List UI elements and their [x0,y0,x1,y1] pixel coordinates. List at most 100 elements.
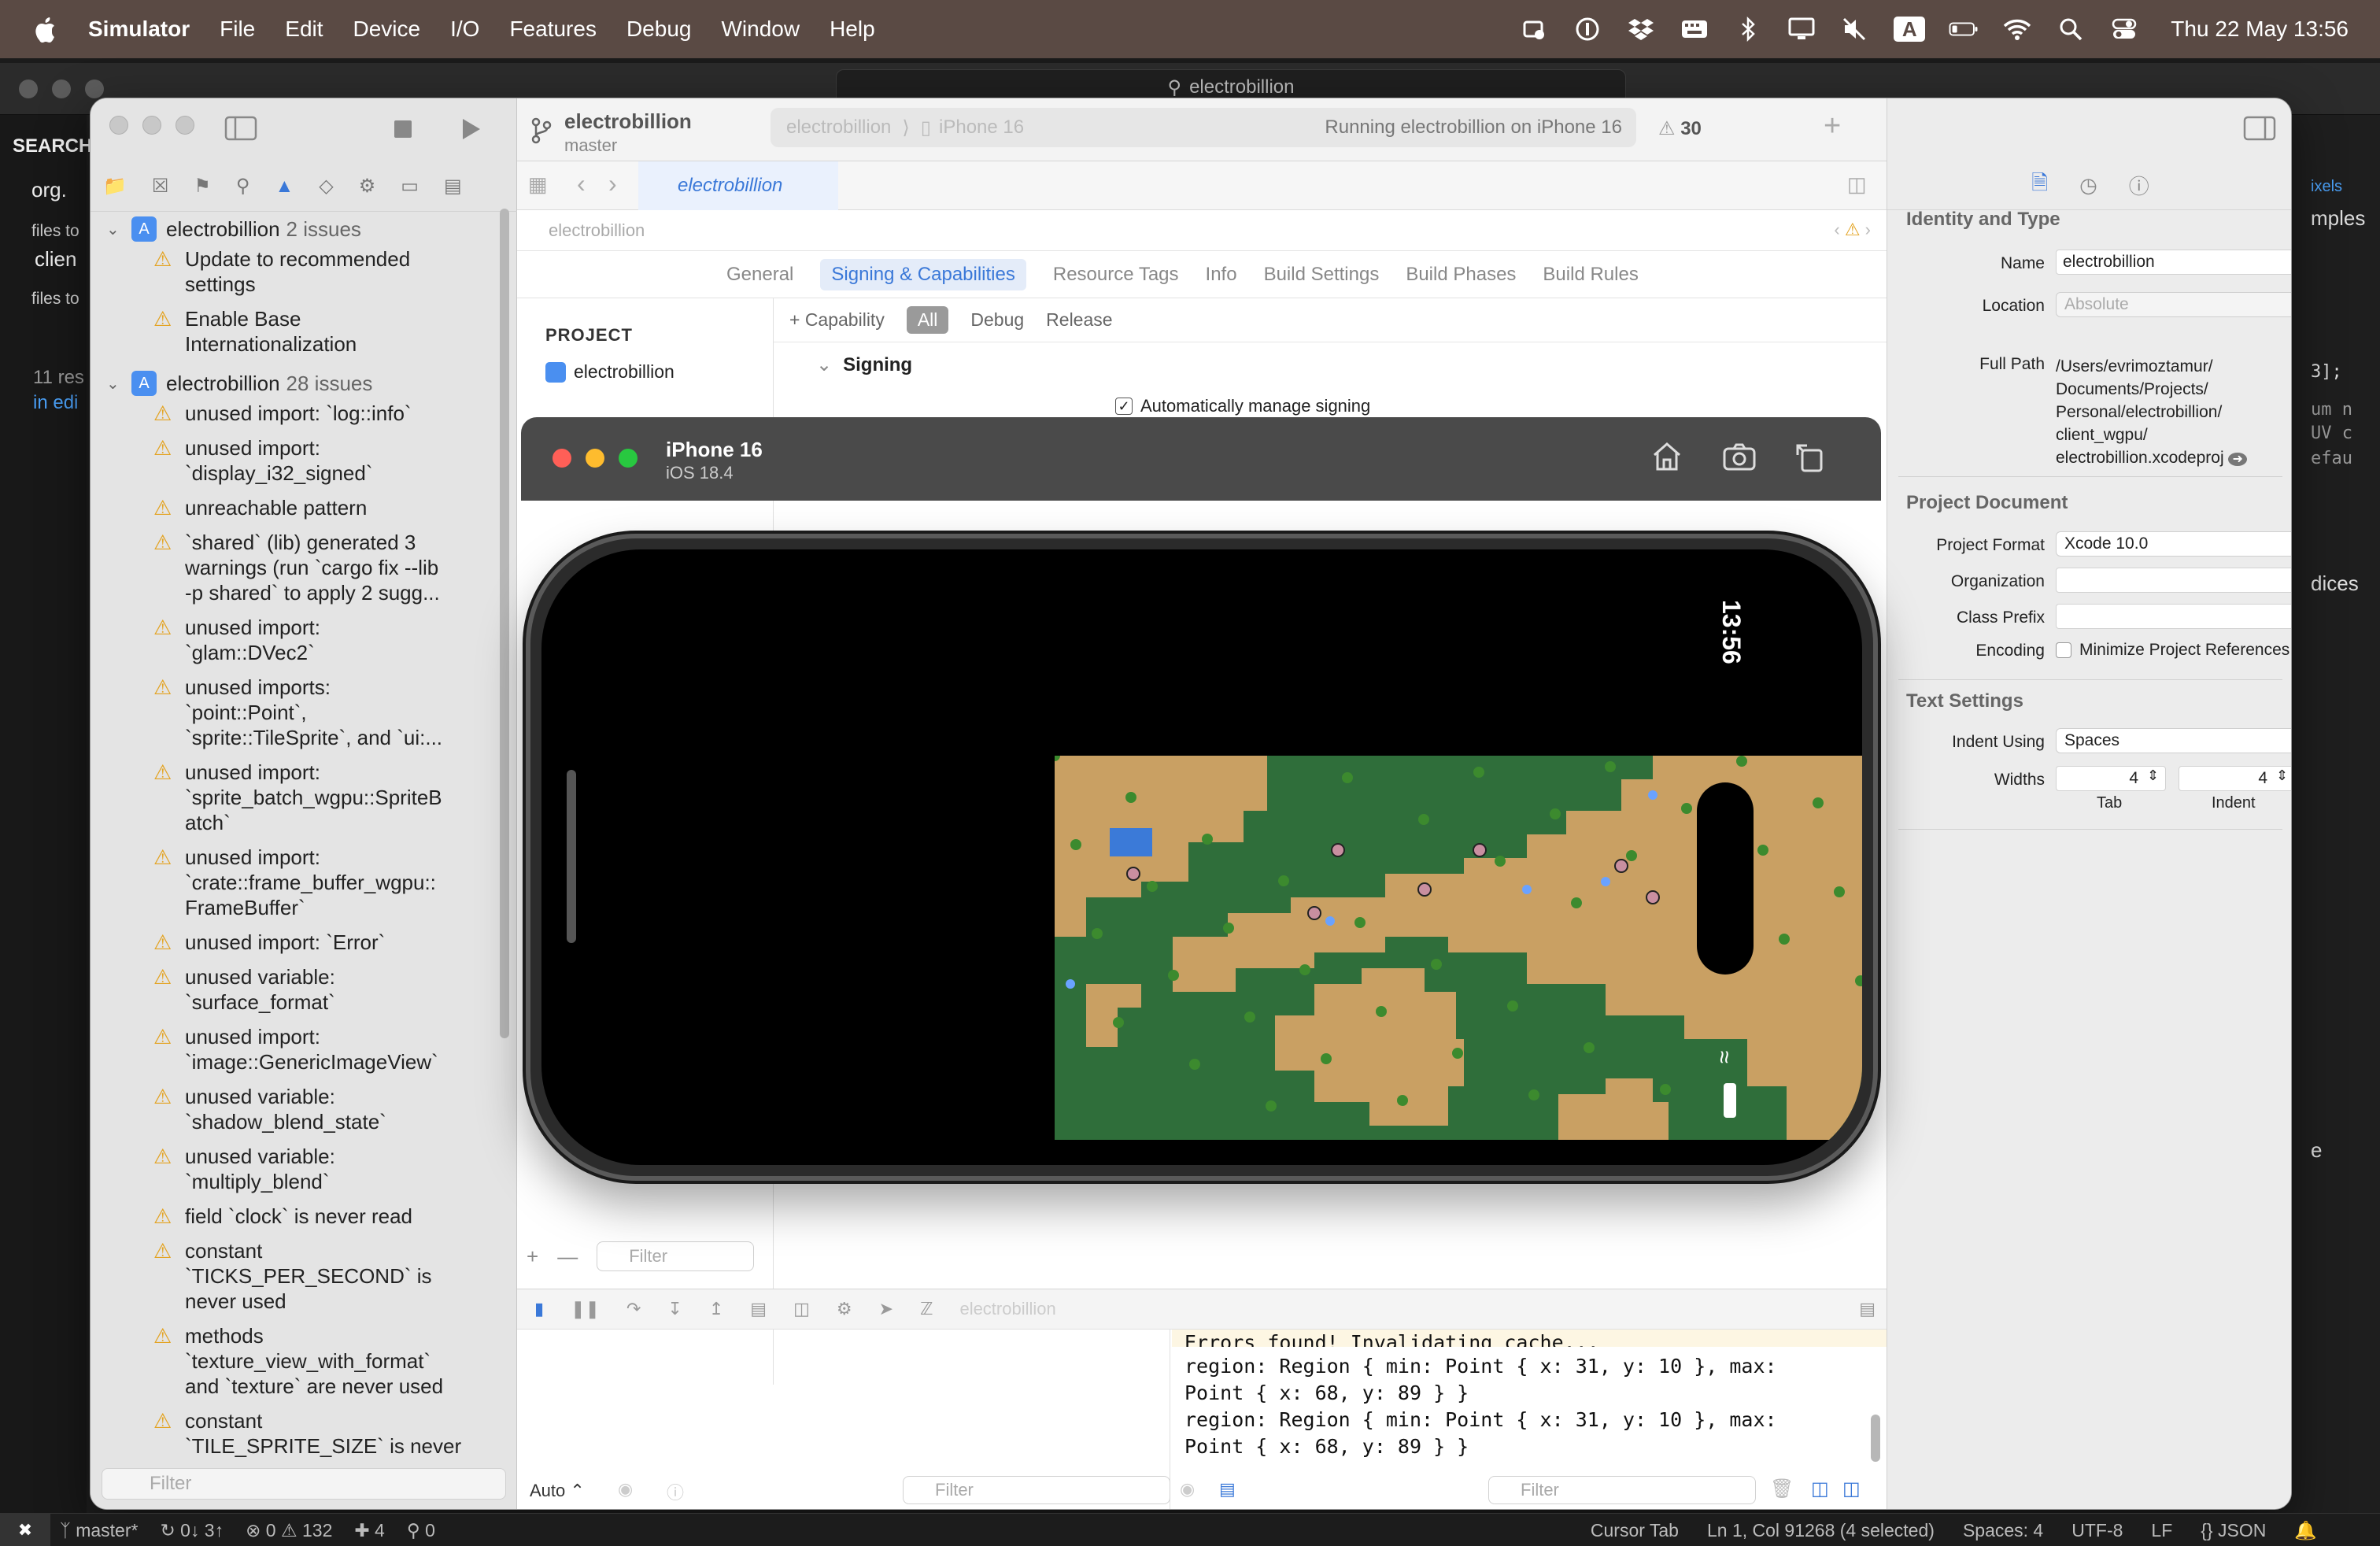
tab-signing-capabilities[interactable]: Signing & Capabilities [820,258,1026,290]
branch-status[interactable]: ᛉ master* [60,1520,138,1541]
menu-device[interactable]: Device [353,17,421,42]
reveal-arrow-icon[interactable]: ➜ [2228,453,2247,466]
extension-icon[interactable] [1519,17,1549,41]
files-to-include-input[interactable]: clien [35,247,76,272]
zoom-button[interactable] [85,80,104,98]
broadcast-status[interactable]: ⚲ 0 [407,1520,435,1541]
name-field[interactable]: electrobillion [2056,250,2291,275]
issue-item[interactable]: ⚠ unused import: `Error` [91,930,500,955]
cursor-tab-status[interactable]: Cursor Tab [1591,1520,1679,1541]
issue-item[interactable]: ⚠ field `clock` is never read [91,1204,500,1229]
report-icon[interactable]: ▤ [444,175,462,198]
eye-icon[interactable]: ◉ [1180,1479,1195,1500]
menubar-clock[interactable]: Thu 22 May 13:56 [2171,17,2349,42]
bluetooth-icon[interactable] [1733,17,1763,42]
file-inspector-icon[interactable]: 🗎 [2031,168,2048,203]
issue-item[interactable]: ⚠ Enable Base Internationalization [91,306,500,357]
test-navigator-icon[interactable]: ◇ [319,175,333,198]
1password-icon[interactable] [1572,17,1602,41]
variables-filter[interactable]: Filter [903,1476,1170,1504]
indent-width-field[interactable]: 4 [2179,766,2291,791]
indent-using-popup[interactable]: Spaces⇕ [2056,728,2291,753]
trash-icon[interactable]: 🗑 [1770,1478,1794,1500]
step-over-icon[interactable]: ↷ [626,1299,641,1319]
issue-item[interactable]: ⚠ unreachable pattern [91,495,500,520]
bookmarks-icon[interactable]: ⚑ [194,175,211,198]
tab-info[interactable]: Info [1206,264,1237,286]
add-capability-button[interactable]: + Capability [789,309,885,331]
debug-navigator-icon[interactable]: ⚙ [359,175,376,198]
issue-item[interactable]: ⚠ unused imports: `point::Point`, `sprite… [91,675,500,750]
tab-resource-tags[interactable]: Resource Tags [1053,264,1179,286]
sync-status[interactable]: ↻ 0↓ 3↑ [160,1520,224,1541]
filter-all[interactable]: All [906,306,949,334]
add-tab-icon[interactable]: + [1824,109,1841,143]
issue-item[interactable]: ⚠ unused variable: `surface_format` [91,964,500,1015]
remote-indicator-icon[interactable]: ✖ [0,1514,50,1546]
grid-icon[interactable]: ▦ [528,172,548,197]
split-view-icon[interactable]: ◫ [1811,1478,1829,1500]
home-icon[interactable] [1650,439,1684,474]
menu-window[interactable]: Window [721,17,800,42]
scheme-title[interactable]: electrobillion master [564,109,692,156]
breakpoints-toggle-icon[interactable]: ▮ [534,1299,544,1319]
menu-edit[interactable]: Edit [285,17,323,42]
tab-general[interactable]: General [726,264,793,286]
close-button[interactable] [109,116,128,135]
issue-item[interactable]: ⚠ unused variable: `multiply_blend` [91,1144,500,1194]
filter-debug[interactable]: Debug [970,309,1024,331]
stop-icon[interactable] [393,119,413,139]
issue-item[interactable]: ⚠ Update to recommended settings [91,246,500,297]
auto-manage-signing-checkbox[interactable]: ✓ Automatically manage signing [1115,396,1370,416]
menu-file[interactable]: File [220,17,255,42]
project-format-popup[interactable]: Xcode 10.0⇕ [2056,531,2291,557]
language-mode[interactable]: {} JSON [2201,1520,2266,1541]
navigator-scrollbar[interactable] [500,209,509,1038]
tab-build-phases[interactable]: Build Phases [1406,264,1516,286]
close-button[interactable] [19,80,38,98]
issue-item[interactable]: ⚠ unused import: `sprite_batch_wgpu::Spri… [91,760,500,835]
tab-build-rules[interactable]: Build Rules [1543,264,1638,286]
pause-icon[interactable]: ❚❚ [571,1299,600,1319]
input-source-icon[interactable]: A [1894,17,1926,42]
tab-build-settings[interactable]: Build Settings [1264,264,1380,286]
wifi-icon[interactable] [2002,17,2032,41]
zoom-button[interactable] [176,116,194,135]
chevron-down-icon[interactable]: ⌄ [106,220,124,239]
help-icon[interactable]: ⓘ [2129,171,2149,200]
metal-icon[interactable]: ℤ [920,1299,933,1319]
class-prefix-field[interactable] [2056,604,2291,629]
run-destination-target[interactable]: electrobillion [786,117,891,139]
minimize-button[interactable] [586,449,604,468]
inspector-toggle-icon[interactable] [2243,116,2276,141]
issue-item[interactable]: ⚠ unused import: `glam::DVec2` [91,615,500,665]
console-output[interactable]: Errors found! Invalidating cache... regi… [1172,1330,1887,1509]
step-out-icon[interactable]: ↥ [709,1299,723,1319]
add-target-icon[interactable]: + [527,1245,538,1269]
forward-icon[interactable]: › [608,169,617,198]
issue-group[interactable]: ⌄ Aelectrobillion 28 issues [91,366,500,401]
view-hierarchy-icon[interactable]: ▤ [750,1299,767,1319]
organization-field[interactable] [2056,568,2291,593]
project-navigator-icon[interactable]: 📁 [103,175,127,198]
console-view-icon[interactable]: ◫ [1842,1478,1861,1500]
breakpoint-icon[interactable]: ▭ [401,175,419,198]
issue-item[interactable]: ⚠ unused import: `crate::frame_buffer_wgp… [91,845,500,920]
activity-viewer[interactable]: electrobillion ⟩ ▯ iPhone 16 Running ele… [771,108,1636,147]
issue-item[interactable]: ⚠ unused import: `log::info` [91,401,500,426]
memory-graph-icon[interactable]: ◫ [793,1299,810,1319]
environment-icon[interactable]: ⚙ [837,1299,852,1319]
run-destination-device[interactable]: iPhone 16 [939,117,1024,139]
spotlight-icon[interactable] [2056,17,2086,41]
source-control-icon[interactable]: ☒ [152,175,169,198]
ports-status[interactable]: ✚ 4 [354,1520,384,1541]
apple-icon[interactable] [33,16,57,43]
info-icon[interactable]: ⓘ [667,1479,684,1504]
issue-item[interactable]: ⚠ unused variable: `shadow_blend_state` [91,1084,500,1134]
filter-release[interactable]: Release [1046,309,1112,331]
issue-item[interactable]: ⚠ constant `TICKS_PER_SECOND` is never us… [91,1238,500,1314]
project-item[interactable]: electrobillion [545,361,674,383]
problems-status[interactable]: ⊗ 0 ⚠ 132 [246,1520,332,1541]
eye-icon[interactable]: ◉ [618,1479,633,1500]
issue-navigation-icon[interactable]: ‹ ⚠ › [1834,220,1871,240]
